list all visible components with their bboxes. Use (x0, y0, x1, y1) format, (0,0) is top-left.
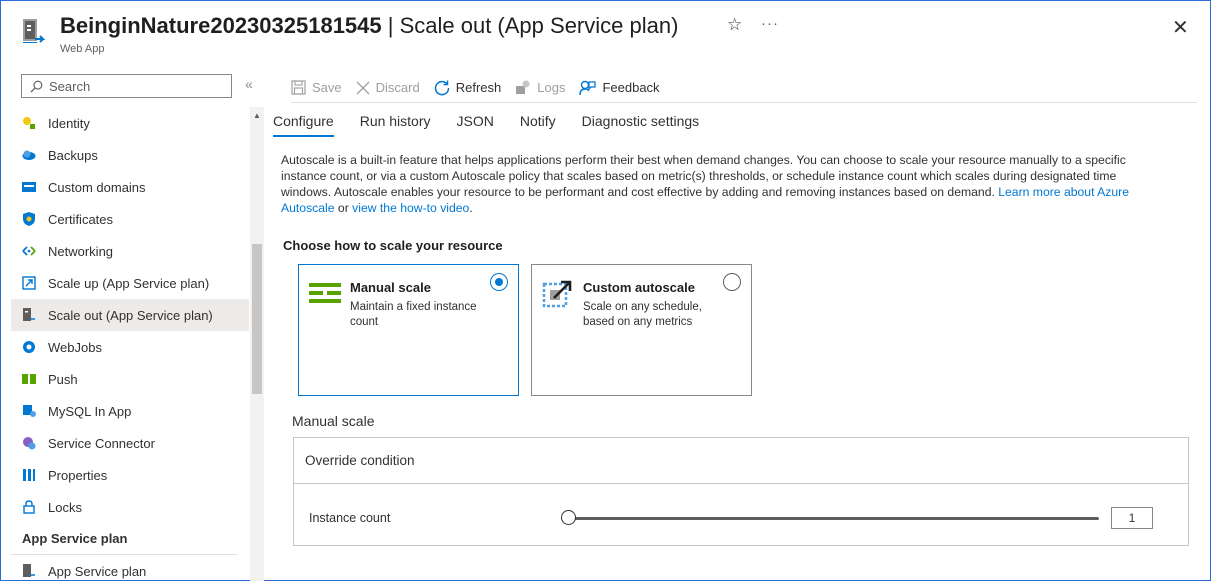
favorite-star-icon[interactable]: ☆ (727, 15, 742, 35)
sidebar-item-scale-up[interactable]: Scale up (App Service plan) (11, 267, 249, 299)
manual-scale-icon (309, 283, 341, 303)
web-app-icon (23, 19, 45, 43)
sidebar-item-push[interactable]: Push (11, 363, 249, 395)
sidebar-nav: Identity Backups Custom domains Certific… (11, 107, 249, 581)
sidebar-item-webjobs[interactable]: WebJobs (11, 331, 249, 363)
command-toolbar: Save Discard Refresh Logs Feedback (291, 73, 1197, 103)
sidebar-item-scale-out[interactable]: Scale out (App Service plan) (11, 299, 249, 331)
search-input[interactable] (49, 78, 229, 94)
custom-autoscale-title: Custom autoscale (583, 280, 695, 295)
sidebar-item-custom-domains[interactable]: Custom domains (11, 171, 249, 203)
discard-icon (356, 81, 370, 94)
more-options-icon[interactable]: ··· (761, 15, 779, 32)
app-service-plan-icon (22, 564, 36, 578)
sidebar-item-mysql[interactable]: MySQL In App (11, 395, 249, 427)
sidebar-scrollbar[interactable]: ▲ (250, 107, 264, 581)
sidebar-section-app-service-plan: App Service plan (11, 523, 237, 555)
collapse-sidebar-icon[interactable]: « (245, 76, 253, 92)
tab-diagnostic-settings[interactable]: Diagnostic settings (582, 113, 700, 137)
refresh-button[interactable]: Refresh (434, 80, 501, 96)
instance-count-label: Instance count (309, 511, 391, 525)
save-icon (291, 80, 306, 95)
refresh-icon (434, 80, 449, 95)
manual-scale-radio[interactable] (490, 273, 508, 291)
lock-icon (22, 500, 36, 514)
certificates-icon (22, 212, 36, 226)
scale-out-icon (22, 308, 36, 322)
custom-domains-icon (22, 180, 36, 194)
page-subtitle: Web App (60, 43, 105, 55)
instance-count-slider-track[interactable] (571, 517, 1099, 520)
close-icon[interactable]: ✕ (1172, 15, 1189, 40)
instance-count-slider-thumb[interactable] (561, 510, 576, 525)
custom-autoscale-desc: Scale on any schedule, based on any metr… (583, 301, 702, 328)
tab-json[interactable]: JSON (457, 113, 494, 137)
manual-scale-title: Manual scale (350, 280, 431, 295)
push-icon (22, 372, 36, 386)
manual-scale-option[interactable]: Manual scale Maintain a fixed instance c… (298, 264, 519, 396)
tab-notify[interactable]: Notify (520, 113, 556, 137)
mysql-icon (22, 404, 36, 418)
tab-configure[interactable]: Configure (273, 113, 334, 137)
page-header: BeinginNature20230325181545 | Scale out … (1, 1, 1210, 65)
custom-autoscale-option[interactable]: Custom autoscale Scale on any schedule, … (531, 264, 752, 396)
sidebar-search-box[interactable] (21, 74, 232, 98)
instance-count-input[interactable]: 1 (1111, 507, 1153, 529)
manual-scale-section-label: Manual scale (292, 413, 375, 429)
sidebar-item-locks[interactable]: Locks (11, 491, 249, 523)
sidebar-item-backups[interactable]: Backups (11, 139, 249, 171)
service-connector-icon (22, 436, 36, 450)
logs-button[interactable]: Logs (515, 80, 565, 95)
override-condition-box: Override condition (293, 437, 1189, 546)
manual-scale-desc: Maintain a fixed instance count (350, 301, 477, 328)
scrollbar-thumb[interactable] (252, 244, 262, 394)
tab-bar: Configure Run history JSON Notify Diagno… (273, 113, 725, 137)
sidebar-item-certificates[interactable]: Certificates (11, 203, 249, 235)
search-icon (30, 80, 43, 92)
networking-icon (22, 244, 36, 258)
scale-up-icon (22, 276, 36, 290)
tab-run-history[interactable]: Run history (360, 113, 431, 137)
discard-button[interactable]: Discard (356, 80, 420, 95)
feedback-button[interactable]: Feedback (579, 80, 660, 96)
save-button[interactable]: Save (291, 80, 342, 95)
how-to-video-link[interactable]: view the how-to video (352, 201, 469, 215)
sidebar-item-service-connector[interactable]: Service Connector (11, 427, 249, 459)
sidebar-item-properties[interactable]: Properties (11, 459, 249, 491)
choose-scale-heading: Choose how to scale your resource (283, 238, 503, 253)
properties-icon (22, 468, 36, 482)
sidebar-item-identity[interactable]: Identity (11, 107, 249, 139)
sidebar-item-networking[interactable]: Networking (11, 235, 249, 267)
custom-autoscale-radio[interactable] (723, 273, 741, 291)
page-title: BeinginNature20230325181545 | Scale out … (60, 13, 679, 38)
backups-icon (22, 148, 36, 162)
override-condition-header: Override condition (294, 438, 1188, 484)
scroll-up-icon[interactable]: ▲ (253, 111, 261, 120)
custom-autoscale-icon (542, 280, 572, 308)
identity-icon (22, 116, 36, 130)
autoscale-description: Autoscale is a built-in feature that hel… (281, 153, 1130, 215)
webjobs-icon (22, 340, 36, 354)
sidebar-item-app-service-plan[interactable]: App Service plan (11, 555, 249, 581)
feedback-icon (579, 80, 597, 95)
logs-icon (516, 80, 530, 94)
